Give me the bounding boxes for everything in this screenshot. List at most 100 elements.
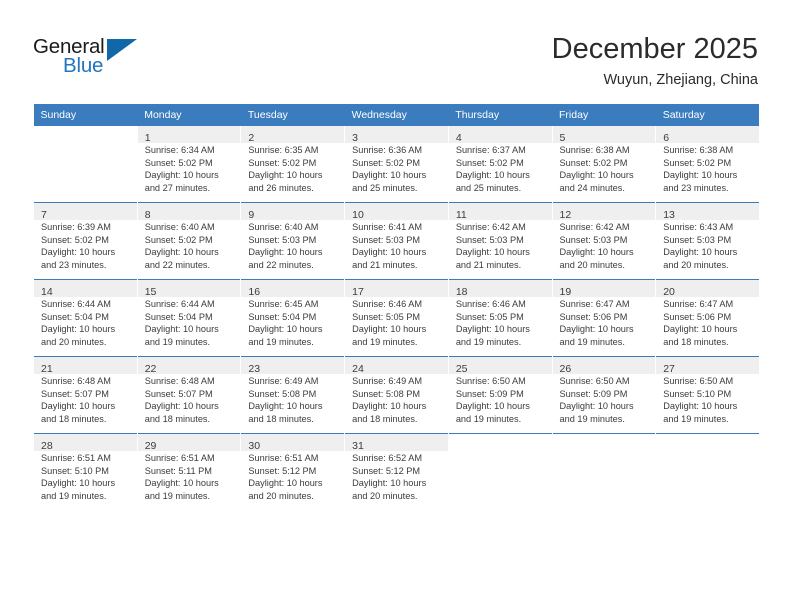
sunset-line: Sunset: 5:03 PM bbox=[663, 234, 732, 245]
daylight-line-2: and 21 minutes. bbox=[455, 259, 522, 270]
sunrise-line: Sunrise: 6:42 AM bbox=[559, 222, 630, 232]
calendar-week-row: 28 Sunrise: 6:51 AM Sunset: 5:10 PM Dayligh… bbox=[33, 433, 760, 510]
daylight-line-1: Daylight: 10 hours bbox=[248, 478, 323, 489]
day-detail-text: Sunrise: 6:39 AM Sunset: 5:02 PM Daylight:… bbox=[34, 220, 137, 271]
calendar-day-cell[interactable]: 14 Sunrise: 6:44 AM Sunset: 5:04 PM Dayligh… bbox=[33, 279, 138, 357]
day-of-week-header-row: Sunday Monday Tuesday Wednesday Thursday… bbox=[33, 104, 760, 126]
sunrise-line: Sunrise: 6:51 AM bbox=[41, 453, 111, 463]
calendar-day-cell[interactable]: 25 Sunrise: 6:50 AM Sunset: 5:09 PM Dayligh… bbox=[447, 356, 553, 434]
sunset-line: Sunset: 5:02 PM bbox=[455, 157, 524, 168]
day-number-bar: 18 bbox=[448, 280, 552, 298]
day-number: 24 bbox=[352, 363, 364, 375]
day-number: 10 bbox=[352, 209, 364, 221]
dow-header-thursday: Thursday bbox=[448, 104, 553, 126]
calendar-day-cell[interactable]: 19 Sunrise: 6:47 AM Sunset: 5:06 PM Dayligh… bbox=[551, 279, 657, 357]
calendar-day-cell[interactable]: 10 Sunrise: 6:41 AM Sunset: 5:03 PM Dayligh… bbox=[344, 202, 449, 280]
day-detail-text: Sunrise: 6:36 AM Sunset: 5:02 PM Daylight:… bbox=[345, 143, 448, 194]
day-detail-text: Sunrise: 6:44 AM Sunset: 5:04 PM Daylight:… bbox=[34, 297, 137, 348]
day-detail-text: Sunrise: 6:37 AM Sunset: 5:02 PM Daylight:… bbox=[449, 143, 552, 194]
dow-header-tuesday: Tuesday bbox=[240, 104, 345, 126]
day-number: 18 bbox=[455, 286, 468, 298]
daylight-line-1: Daylight: 10 hours bbox=[663, 247, 738, 258]
calendar-day-cell[interactable]: 1 Sunrise: 6:34 AM Sunset: 5:02 PM Daylight… bbox=[136, 126, 242, 203]
day-number-bar: 29 bbox=[137, 434, 241, 452]
daylight-line-1: Daylight: 10 hours bbox=[41, 324, 116, 335]
sunset-line: Sunset: 5:04 PM bbox=[248, 311, 317, 322]
logo-text-blue: Blue bbox=[63, 54, 104, 77]
calendar-day-cell[interactable]: 16 Sunrise: 6:45 AM Sunset: 5:04 PM Dayligh… bbox=[240, 279, 346, 357]
daylight-line-2: and 19 minutes. bbox=[144, 336, 211, 347]
sunset-line: Sunset: 5:02 PM bbox=[559, 157, 628, 168]
calendar-day-cell[interactable]: 20 Sunrise: 6:47 AM Sunset: 5:06 PM Dayligh… bbox=[655, 279, 760, 357]
sunrise-line: Sunrise: 6:50 AM bbox=[559, 376, 630, 386]
day-detail-text: Sunrise: 6:38 AM Sunset: 5:02 PM Daylight:… bbox=[656, 143, 759, 194]
daylight-line-1: Daylight: 10 hours bbox=[455, 247, 530, 258]
day-number: 16 bbox=[248, 286, 261, 298]
daylight-line-1: Daylight: 10 hours bbox=[248, 247, 323, 258]
sunset-line: Sunset: 5:09 PM bbox=[455, 388, 524, 399]
calendar-day-cell[interactable]: 2 Sunrise: 6:35 AM Sunset: 5:02 PM Daylight… bbox=[240, 126, 346, 203]
sunset-line: Sunset: 5:03 PM bbox=[455, 234, 524, 245]
day-number-bar: 24 bbox=[345, 357, 448, 375]
day-number: 26 bbox=[559, 363, 572, 375]
calendar-day-cell[interactable]: 12 Sunrise: 6:42 AM Sunset: 5:03 PM Dayligh… bbox=[551, 202, 657, 280]
day-detail-text: Sunrise: 6:43 AM Sunset: 5:03 PM Daylight:… bbox=[656, 220, 759, 271]
day-number: 27 bbox=[663, 363, 675, 375]
daylight-line-1: Daylight: 10 hours bbox=[144, 401, 219, 412]
calendar-day-cell[interactable]: 13 Sunrise: 6:43 AM Sunset: 5:03 PM Dayligh… bbox=[655, 202, 760, 280]
daylight-line-2: and 20 minutes. bbox=[559, 259, 625, 270]
calendar-day-cell[interactable]: 15 Sunrise: 6:44 AM Sunset: 5:04 PM Dayligh… bbox=[136, 279, 242, 357]
calendar-day-cell[interactable]: 23 Sunrise: 6:49 AM Sunset: 5:08 PM Dayligh… bbox=[240, 356, 346, 434]
day-number-bar: 22 bbox=[137, 357, 241, 375]
calendar-day-cell[interactable]: 8 Sunrise: 6:40 AM Sunset: 5:02 PM Daylight… bbox=[136, 202, 242, 280]
daylight-line-2: and 19 minutes. bbox=[455, 413, 522, 424]
calendar-empty-cell bbox=[655, 433, 760, 510]
daylight-line-1: Daylight: 10 hours bbox=[248, 324, 323, 335]
sunset-line: Sunset: 5:02 PM bbox=[144, 234, 213, 245]
daylight-line-1: Daylight: 10 hours bbox=[41, 478, 116, 489]
calendar-day-cell[interactable]: 6 Sunrise: 6:38 AM Sunset: 5:02 PM Daylight… bbox=[655, 126, 760, 203]
sunset-line: Sunset: 5:04 PM bbox=[41, 311, 109, 322]
day-number: 4 bbox=[455, 132, 462, 144]
calendar-day-cell[interactable]: 29 Sunrise: 6:51 AM Sunset: 5:11 PM Dayligh… bbox=[136, 433, 242, 510]
daylight-line-1: Daylight: 10 hours bbox=[455, 401, 530, 412]
calendar-day-cell[interactable]: 22 Sunrise: 6:48 AM Sunset: 5:07 PM Dayligh… bbox=[136, 356, 242, 434]
sunset-line: Sunset: 5:06 PM bbox=[663, 311, 732, 322]
sunset-line: Sunset: 5:02 PM bbox=[41, 234, 109, 245]
calendar-day-cell[interactable]: 7 Sunrise: 6:39 AM Sunset: 5:02 PM Daylight… bbox=[33, 202, 138, 280]
daylight-line-2: and 19 minutes. bbox=[41, 490, 107, 501]
daylight-line-2: and 18 minutes. bbox=[352, 413, 418, 424]
calendar-day-cell[interactable]: 28 Sunrise: 6:51 AM Sunset: 5:10 PM Dayligh… bbox=[33, 433, 138, 510]
sunset-line: Sunset: 5:08 PM bbox=[248, 388, 317, 399]
calendar-day-cell[interactable]: 21 Sunrise: 6:48 AM Sunset: 5:07 PM Dayligh… bbox=[33, 356, 138, 434]
general-blue-logo[interactable]: General Blue bbox=[33, 36, 173, 82]
sunrise-line: Sunrise: 6:48 AM bbox=[144, 376, 215, 386]
daylight-line-2: and 21 minutes. bbox=[352, 259, 418, 270]
calendar-day-cell[interactable]: 30 Sunrise: 6:51 AM Sunset: 5:12 PM Dayligh… bbox=[240, 433, 346, 510]
calendar-day-cell[interactable]: 31 Sunrise: 6:52 AM Sunset: 5:12 PM Dayligh… bbox=[344, 433, 449, 510]
day-number-bar: 9 bbox=[241, 203, 345, 221]
sunset-line: Sunset: 5:09 PM bbox=[559, 388, 628, 399]
daylight-line-2: and 18 minutes. bbox=[144, 413, 211, 424]
calendar-day-cell[interactable]: 27 Sunrise: 6:50 AM Sunset: 5:10 PM Dayligh… bbox=[655, 356, 760, 434]
calendar-day-cell[interactable]: 11 Sunrise: 6:42 AM Sunset: 5:03 PM Dayligh… bbox=[447, 202, 553, 280]
day-detail-text: Sunrise: 6:46 AM Sunset: 5:05 PM Daylight:… bbox=[449, 297, 552, 348]
calendar-day-cell[interactable]: 17 Sunrise: 6:46 AM Sunset: 5:05 PM Dayligh… bbox=[344, 279, 449, 357]
sunset-line: Sunset: 5:12 PM bbox=[352, 465, 421, 476]
sunrise-line: Sunrise: 6:40 AM bbox=[144, 222, 215, 232]
calendar-empty-cell bbox=[551, 433, 657, 510]
day-number-bar: 21 bbox=[34, 357, 137, 375]
calendar-day-cell[interactable]: 26 Sunrise: 6:50 AM Sunset: 5:09 PM Dayligh… bbox=[551, 356, 657, 434]
day-number: 9 bbox=[248, 209, 255, 221]
calendar-day-cell[interactable]: 24 Sunrise: 6:49 AM Sunset: 5:08 PM Dayligh… bbox=[344, 356, 449, 434]
calendar-day-cell[interactable]: 4 Sunrise: 6:37 AM Sunset: 5:02 PM Daylight… bbox=[447, 126, 553, 203]
daylight-line-1: Daylight: 10 hours bbox=[248, 170, 323, 181]
calendar-day-cell[interactable]: 3 Sunrise: 6:36 AM Sunset: 5:02 PM Daylight… bbox=[344, 126, 449, 203]
daylight-line-1: Daylight: 10 hours bbox=[663, 401, 738, 412]
day-detail-text: Sunrise: 6:51 AM Sunset: 5:10 PM Daylight:… bbox=[34, 451, 137, 502]
calendar-day-cell[interactable]: 5 Sunrise: 6:38 AM Sunset: 5:02 PM Daylight… bbox=[551, 126, 657, 203]
calendar-day-cell[interactable]: 9 Sunrise: 6:40 AM Sunset: 5:03 PM Daylight… bbox=[240, 202, 346, 280]
calendar-day-cell[interactable]: 18 Sunrise: 6:46 AM Sunset: 5:05 PM Dayligh… bbox=[447, 279, 553, 357]
daylight-line-1: Daylight: 10 hours bbox=[663, 324, 738, 335]
day-number: 2 bbox=[248, 132, 255, 144]
